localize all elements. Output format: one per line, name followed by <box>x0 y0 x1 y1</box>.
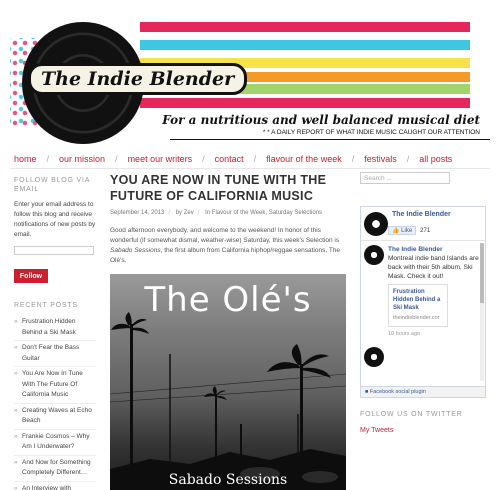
recent-post-link[interactable]: You Are Now In Tune With The Future Of C… <box>14 367 96 404</box>
recent-post-link[interactable]: Frankie Cosmos – Why Am I Underwater? <box>14 430 96 456</box>
album-cover-image: The Olé's Sabado Sessions <box>110 274 346 490</box>
post-body-text: Good afternoon everybody, and welcome to… <box>110 227 340 244</box>
stripe-6 <box>140 98 470 108</box>
my-tweets-link[interactable]: My Tweets <box>360 427 488 434</box>
post-body: Good afternoon everybody, and welcome to… <box>110 226 348 266</box>
fb-post-author[interactable]: The Indie Blender <box>388 245 482 254</box>
recent-posts-title: RECENT POSTS <box>14 302 78 309</box>
post-categories[interactable]: Flavour of the Week, Saturday Selections <box>212 210 322 216</box>
recent-posts-widget: RECENT POSTS Frustration Hidden Behind a… <box>14 301 96 490</box>
fb-post-next <box>361 343 485 371</box>
recent-post-link[interactable]: Creating Waves at Echo Beach <box>14 404 96 430</box>
email-field[interactable] <box>14 246 94 255</box>
thumbs-up-icon: 👍 <box>392 228 400 234</box>
recent-post-link[interactable]: Frustration Hidden Behind a Ski Mask <box>14 315 96 341</box>
post-meta: September 14, 2013/ by Zev / In Flavour o… <box>110 210 323 216</box>
fb-card-title: Frustration Hidden Behind a Ski Mask <box>393 289 441 311</box>
recent-post-link[interactable]: Don't Fear the Bass Guitar <box>14 341 96 367</box>
header-banner[interactable]: The Indie Blender For a nutritious and w… <box>10 8 490 144</box>
tagline-underline <box>170 139 490 140</box>
fb-page-name[interactable]: The Indie Blender <box>392 210 451 219</box>
twitter-widget-title: FOLLOW US ON TWITTER <box>360 411 463 418</box>
album-name: Sabado Sessions <box>110 247 161 254</box>
nav-our-mission[interactable]: our mission <box>59 154 105 164</box>
nav-meet-our-writers[interactable]: meet our writers <box>128 154 193 164</box>
nav-flavour-of-the-week[interactable]: flavour of the week <box>266 154 342 164</box>
recent-posts-list: Frustration Hidden Behind a Ski Mask Don… <box>14 315 96 490</box>
page-avatar[interactable] <box>364 211 388 236</box>
nav-home[interactable]: home <box>14 154 37 164</box>
site-tagline: For a nutritious and well balanced music… <box>162 113 480 127</box>
right-sidebar: Search ... The Indie Blender 👍 Like 271 T… <box>360 172 488 434</box>
recent-post-link[interactable]: And Now for Something Completely Differe… <box>14 456 96 482</box>
fb-card-url: theindieblender.cor <box>393 315 440 321</box>
fb-footer[interactable]: ■ Facebook social plugin <box>361 386 485 397</box>
stripe-2 <box>140 40 470 50</box>
fb-post-time[interactable]: 10 hours ago <box>388 330 482 339</box>
fb-like-count: 271 <box>420 228 431 234</box>
fb-post-text: Montreal indie band Islands are back wit… <box>388 255 479 280</box>
fb-footer-text: Facebook social plugin <box>369 389 426 395</box>
facebook-icon: ■ <box>365 389 369 395</box>
facebook-like-box: The Indie Blender 👍 Like 271 The Indie Bl… <box>360 206 486 398</box>
fb-post: The Indie Blender Montreal indie band Is… <box>361 241 485 343</box>
cover-band-name: The Olé's <box>144 280 312 320</box>
follow-widget-title: FOLLOW BLOG VIA EMAIL <box>14 177 90 193</box>
fb-like-button[interactable]: 👍 Like <box>388 226 417 235</box>
stripe-1 <box>140 22 470 32</box>
nav-all-posts[interactable]: all posts <box>419 154 452 164</box>
cover-album-title: Sabado Sessions <box>168 472 288 488</box>
follow-button[interactable]: Follow <box>14 269 48 283</box>
post-avatar[interactable] <box>364 245 384 265</box>
nav-festivals[interactable]: festivals <box>364 154 397 164</box>
post-date[interactable]: September 14, 2013 <box>110 210 164 216</box>
nav-contact[interactable]: contact <box>215 154 244 164</box>
fb-scrollbar[interactable] <box>480 243 484 381</box>
fb-page-header: The Indie Blender 👍 Like 271 <box>361 207 485 241</box>
search-input[interactable]: Search ... <box>360 172 450 184</box>
post-by-label: by <box>175 210 183 216</box>
post-title[interactable]: YOU ARE NOW IN TUNE WITH THE FUTURE OF C… <box>110 172 348 204</box>
post-author[interactable]: Zev <box>184 210 194 216</box>
fb-like-label: Like <box>401 228 413 234</box>
site-subtagline: * * A DAILY REPORT OF WHAT INDIE MUSIC C… <box>262 129 480 136</box>
nav-divider <box>10 168 490 169</box>
main-nav: home / our mission / meet our writers / con… <box>14 154 453 164</box>
main-content: YOU ARE NOW IN TUNE WITH THE FUTURE OF C… <box>110 172 348 490</box>
follow-description: Enter your email address to follow this … <box>14 201 96 238</box>
recent-post-link[interactable]: An Interview with <box>14 482 96 490</box>
fb-link-card[interactable]: Frustration Hidden Behind a Ski Mask the… <box>388 284 448 327</box>
post-avatar[interactable] <box>364 347 384 367</box>
left-sidebar: FOLLOW BLOG VIA EMAIL Enter your email a… <box>14 176 96 490</box>
post-in-label: In <box>205 210 211 216</box>
site-title[interactable]: The Indie Blender <box>28 63 248 95</box>
